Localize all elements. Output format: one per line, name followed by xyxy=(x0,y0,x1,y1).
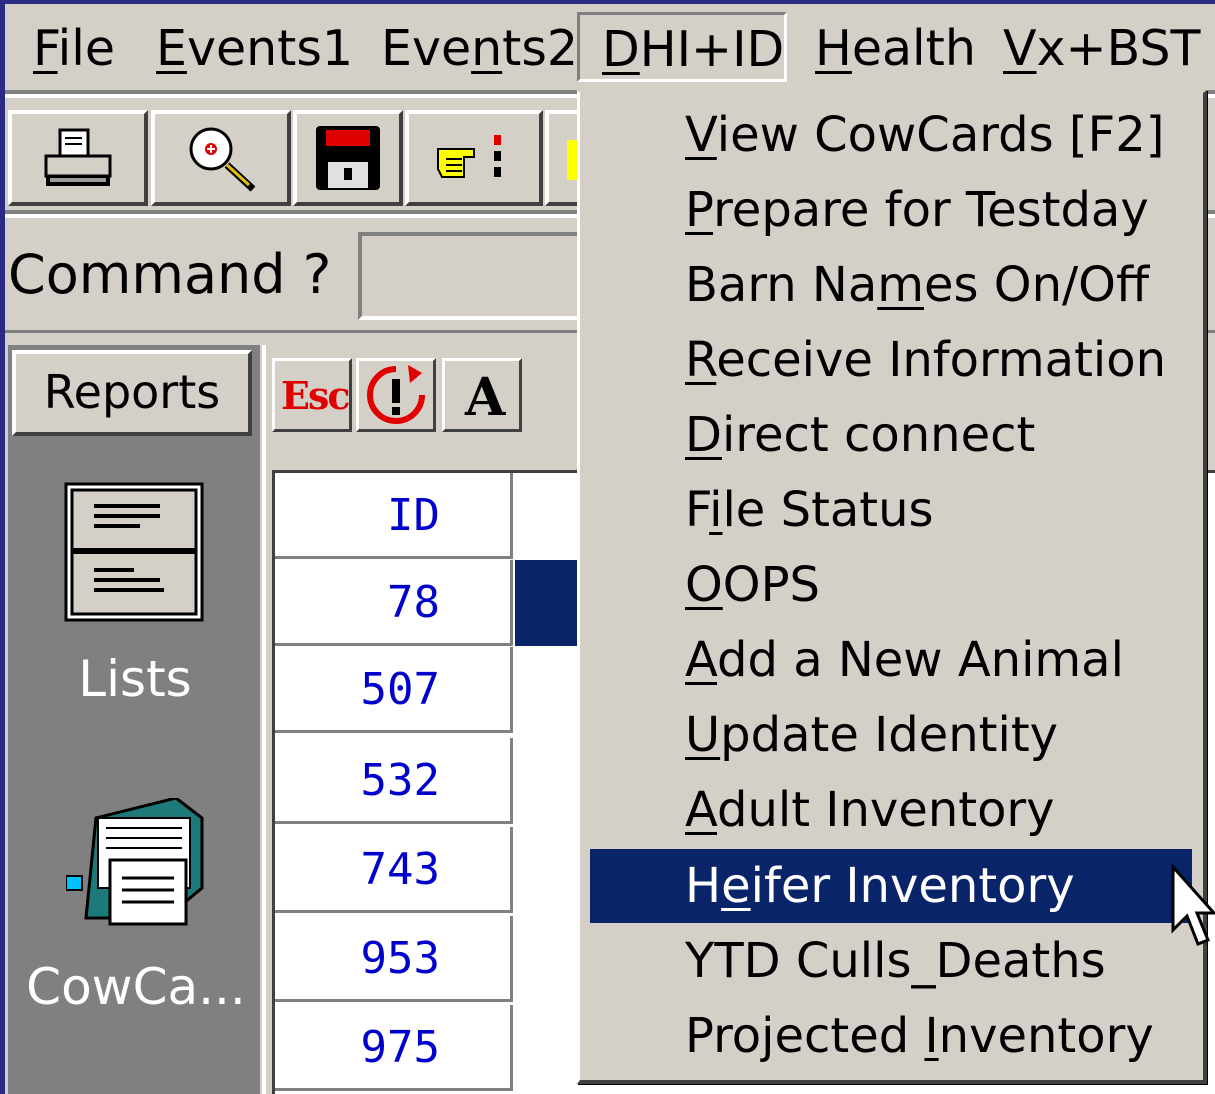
menu-health-accel: H xyxy=(815,20,852,77)
dd-accel: i xyxy=(709,482,723,538)
dd-accel: A xyxy=(685,782,717,838)
print-icon xyxy=(44,128,112,186)
save-button[interactable] xyxy=(293,110,403,206)
menu-item-direct-connect[interactable]: Direct connect xyxy=(590,398,1192,472)
lists-label[interactable]: Lists xyxy=(20,650,250,708)
menu-item-heifer-inventory[interactable]: Heifer Inventory xyxy=(590,849,1192,923)
menu-events2[interactable]: Events2 xyxy=(373,18,586,80)
dd-text: Projected xyxy=(685,1008,925,1064)
cowcards-icon[interactable] xyxy=(66,798,206,928)
esc-label: Esc xyxy=(281,373,350,418)
menu-item-barn-names[interactable]: Barn Names On/Off xyxy=(590,248,1192,322)
menu-vx-bst-accel: V xyxy=(1003,20,1037,77)
menu-events2-rest: ts2 xyxy=(502,20,579,77)
dd-text: Barn Na xyxy=(685,257,878,313)
dd-accel: e xyxy=(721,858,751,914)
cowcards-label[interactable]: CowCa... xyxy=(12,958,260,1016)
menu-item-update-identity[interactable]: Update Identity xyxy=(590,698,1192,772)
id-cell: 532 xyxy=(275,738,513,824)
id-column-header[interactable]: ID xyxy=(275,473,513,559)
dd-rest: es On/Off xyxy=(924,257,1150,313)
refresh-alert-icon xyxy=(367,365,425,424)
id-cell: 507 xyxy=(275,647,513,733)
dd-accel: V xyxy=(685,107,717,163)
menu-vx-bst-rest: x+BST xyxy=(1036,20,1201,77)
menu-item-adult-inventory[interactable]: Adult Inventory xyxy=(590,773,1192,847)
menu-bar: File Events1 Events2 DHI+ID Health Vx+BS… xyxy=(5,4,1215,90)
menu-item-add-new-animal[interactable]: Add a New Animal xyxy=(590,623,1192,697)
dd-text: H xyxy=(685,858,722,914)
menu-file-rest: ile xyxy=(57,20,115,77)
menu-vx-bst[interactable]: Vx+BST xyxy=(995,18,1208,80)
reports-button[interactable]: Reports xyxy=(12,350,252,436)
mouse-cursor-icon xyxy=(1171,864,1215,946)
dd-text: YTD Culls_Deaths xyxy=(685,933,1106,989)
menu-events1-rest: vents1 xyxy=(186,20,354,77)
id-cell: 78 xyxy=(275,560,513,646)
menu-item-receive-information[interactable]: Receive Information xyxy=(590,323,1192,397)
menu-events2-accel: n xyxy=(471,20,503,77)
find-cow-icon xyxy=(189,127,256,192)
menu-dhi-id[interactable]: DHI+ID xyxy=(577,12,787,82)
menu-events1-accel: E xyxy=(156,20,187,77)
dd-accel: U xyxy=(685,707,721,763)
dd-accel: O xyxy=(685,557,723,613)
lists-icon[interactable] xyxy=(64,482,204,622)
menu-dhi-id-accel: D xyxy=(602,21,640,78)
menu-dhi-id-rest: HI+ID xyxy=(639,21,785,78)
menu-file-accel: F xyxy=(33,20,58,77)
dd-rest: dd a New Animal xyxy=(717,632,1124,688)
dd-text: F xyxy=(685,482,710,538)
point-button[interactable] xyxy=(405,110,543,206)
print-button[interactable] xyxy=(8,110,148,206)
menu-file[interactable]: File xyxy=(25,18,123,80)
menu-item-view-cowcards[interactable]: View CowCards [F2] xyxy=(590,98,1192,172)
id-cell: 975 xyxy=(275,1005,513,1091)
dd-rest: repare for Testday xyxy=(713,182,1149,238)
dd-accel: A xyxy=(685,632,717,688)
dd-rest: irect connect xyxy=(721,407,1036,463)
id-cell: 953 xyxy=(275,916,513,1002)
dd-accel: D xyxy=(685,407,722,463)
dd-accel: I xyxy=(924,1008,939,1064)
dhi-id-dropdown-menu: View CowCards [F2] Prepare for Testday B… xyxy=(577,90,1207,1084)
menu-item-projected-inventory[interactable]: Projected Inventory xyxy=(590,999,1192,1073)
menu-events2-text: Eve xyxy=(381,20,472,77)
menu-item-file-status[interactable]: File Status xyxy=(590,473,1192,547)
dd-rest: nventory xyxy=(938,1008,1154,1064)
find-button[interactable] xyxy=(151,110,291,206)
command-label: Command ? xyxy=(8,243,332,306)
dd-rest: eceive Information xyxy=(716,332,1167,388)
menu-item-oops[interactable]: OOPS xyxy=(590,548,1192,622)
dd-rest: iew CowCards [F2] xyxy=(716,107,1165,163)
dd-accel: P xyxy=(685,182,714,238)
menu-events1[interactable]: Events1 xyxy=(148,18,361,80)
menu-item-prepare-testday[interactable]: Prepare for Testday xyxy=(590,173,1192,247)
dd-rest: le Status xyxy=(722,482,934,538)
menu-health[interactable]: Health xyxy=(807,18,984,80)
dd-accel: R xyxy=(685,332,717,388)
menu-item-ytd-culls-deaths[interactable]: YTD Culls_Deaths xyxy=(590,924,1192,998)
refresh-button[interactable] xyxy=(356,358,436,432)
pointing-hand-icon xyxy=(437,135,501,178)
menu-health-rest: ealth xyxy=(851,20,976,77)
dd-rest: OPS xyxy=(722,557,820,613)
command-input[interactable] xyxy=(358,232,598,320)
esc-button[interactable]: Esc xyxy=(272,358,352,432)
id-cell: 743 xyxy=(275,827,513,913)
font-a-icon: A xyxy=(465,367,506,428)
dd-rest: dult Inventory xyxy=(717,782,1055,838)
dd-accel: m xyxy=(877,257,924,313)
font-button[interactable]: A xyxy=(442,358,522,432)
grid-area-edge xyxy=(262,345,266,1094)
save-disk-icon xyxy=(316,126,380,190)
dd-rest: ifer Inventory xyxy=(750,858,1075,914)
dd-rest: pdate Identity xyxy=(720,707,1059,763)
